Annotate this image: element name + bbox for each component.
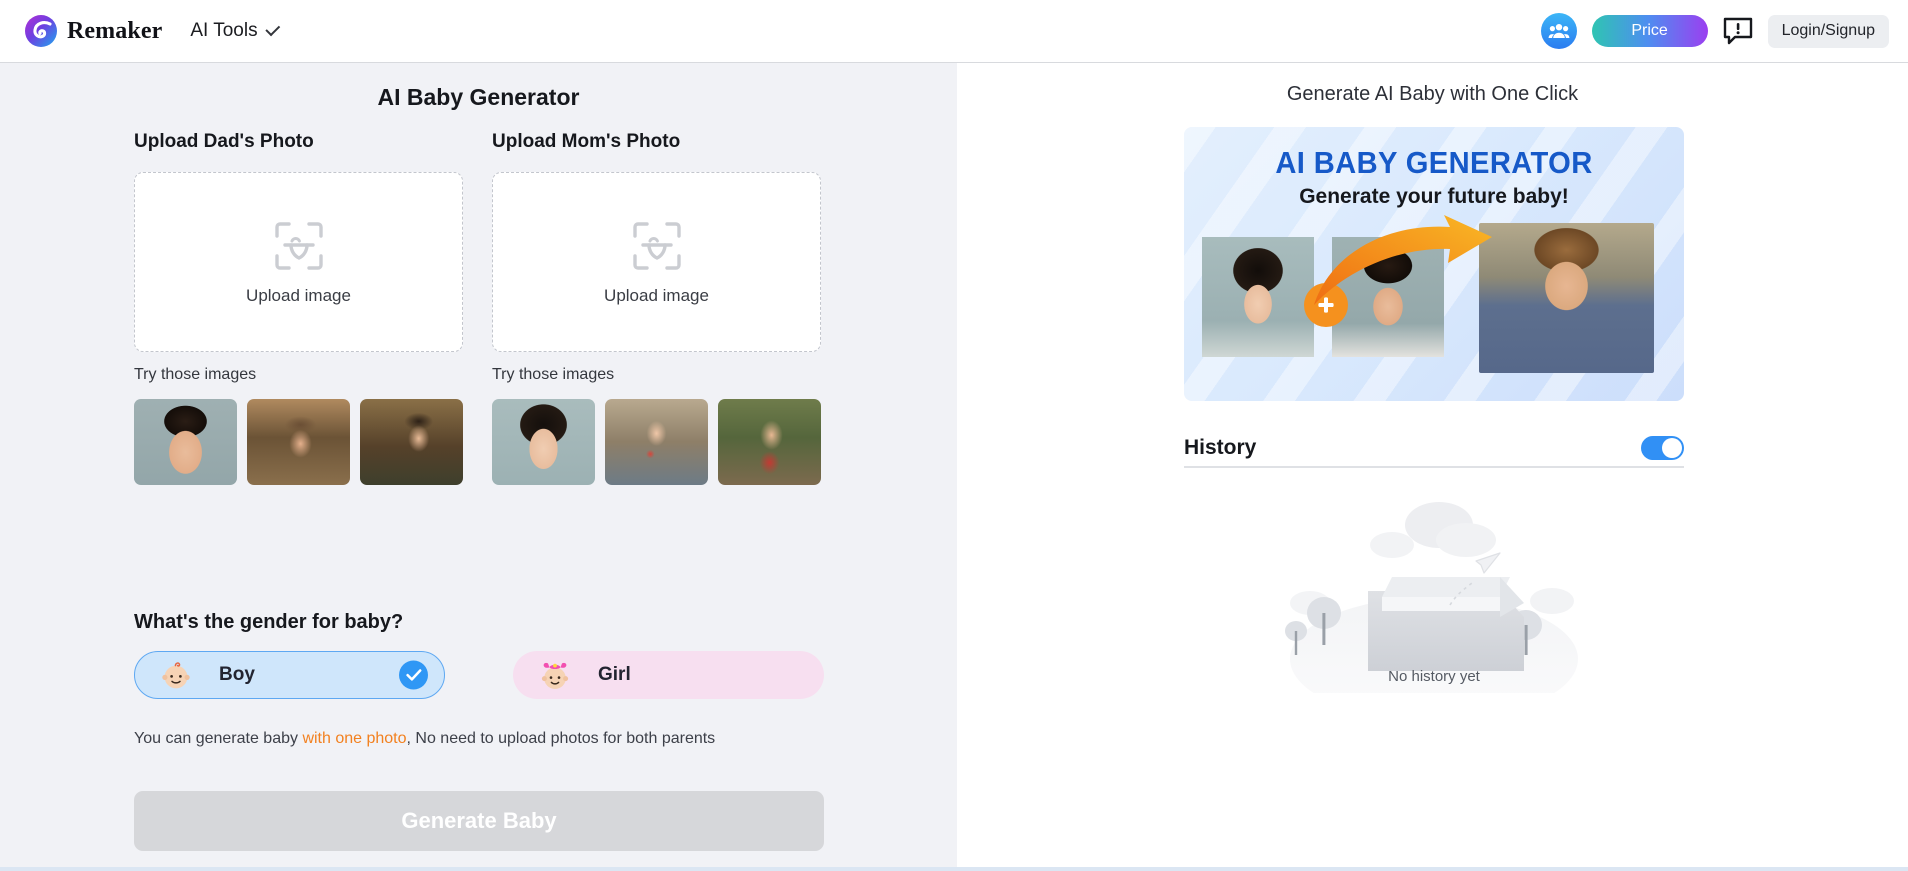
gender-question-label: What's the gender for baby? bbox=[134, 611, 403, 634]
workspace: AI Baby Generator Upload Dad's Photo Upl… bbox=[0, 63, 1908, 867]
toggle-knob bbox=[1662, 438, 1682, 458]
promo-headline: AI BABY GENERATOR bbox=[1199, 145, 1669, 181]
login-signup-button[interactable]: Login/Signup bbox=[1768, 15, 1889, 48]
dad-sample-thumb-3[interactable] bbox=[360, 399, 463, 485]
one-photo-hint: You can generate baby with one photo, No… bbox=[134, 728, 784, 749]
baby-girl-face-icon bbox=[538, 658, 572, 692]
mom-upload-column: Upload Mom's Photo Upload image Try thos… bbox=[492, 131, 821, 485]
dad-try-label: Try those images bbox=[134, 366, 463, 384]
gender-option-boy[interactable]: Boy bbox=[134, 651, 445, 699]
generator-panel: AI Baby Generator Upload Dad's Photo Upl… bbox=[0, 63, 957, 867]
mom-try-label: Try those images bbox=[492, 366, 821, 384]
mom-upload-heading: Upload Mom's Photo bbox=[492, 131, 821, 153]
dad-upload-column: Upload Dad's Photo Upload image Try thos… bbox=[134, 131, 463, 485]
dad-sample-thumbs bbox=[134, 399, 463, 485]
hint-text-after: , No need to upload photos for both pare… bbox=[407, 730, 716, 747]
header-actions: Price Login/Signup bbox=[1541, 13, 1889, 49]
dad-dropzone-label: Upload image bbox=[246, 286, 351, 306]
mom-sample-thumb-3[interactable] bbox=[718, 399, 821, 485]
banner-mom-photo bbox=[1202, 237, 1314, 357]
dad-sample-thumb-1[interactable] bbox=[134, 399, 237, 485]
check-circle-icon bbox=[399, 661, 428, 690]
page-title: AI Baby Generator bbox=[0, 84, 957, 111]
empty-box-illustration bbox=[1234, 483, 1634, 693]
mom-dropzone[interactable]: Upload image bbox=[492, 172, 821, 352]
nav-ai-tools-label: AI Tools bbox=[190, 20, 257, 42]
preview-panel: Generate AI Baby with One Click AI BABY … bbox=[957, 63, 1908, 867]
mom-dropzone-label: Upload image bbox=[604, 286, 709, 306]
promo-banner: AI BABY GENERATOR Generate your future b… bbox=[1184, 127, 1684, 401]
dad-dropzone[interactable]: Upload image bbox=[134, 172, 463, 352]
nav-ai-tools[interactable]: AI Tools bbox=[190, 20, 279, 42]
gender-options: Boy bbox=[134, 651, 824, 699]
mom-sample-thumb-2[interactable] bbox=[605, 399, 708, 485]
mom-sample-thumbs bbox=[492, 399, 821, 485]
top-header: Remaker AI Tools Price Login/Signup bbox=[0, 0, 1908, 63]
promo-subline: Generate your future baby! bbox=[1184, 185, 1684, 209]
feedback-exclamation-icon[interactable] bbox=[1723, 17, 1753, 45]
people-group-icon bbox=[1548, 23, 1570, 39]
history-header: History bbox=[1184, 430, 1684, 468]
hint-highlight: with one photo bbox=[302, 730, 406, 747]
dad-sample-thumb-2[interactable] bbox=[247, 399, 350, 485]
affiliate-people-button[interactable] bbox=[1541, 13, 1577, 49]
hint-text-before: You can generate baby bbox=[134, 730, 302, 747]
history-toggle[interactable] bbox=[1641, 436, 1684, 460]
generate-baby-button[interactable]: Generate Baby bbox=[134, 791, 824, 851]
brand-logo-link[interactable]: Remaker bbox=[24, 14, 162, 48]
price-button[interactable]: Price bbox=[1592, 15, 1708, 47]
baby-boy-face-icon bbox=[159, 658, 193, 692]
face-scan-icon bbox=[271, 218, 327, 274]
mom-sample-thumb-1[interactable] bbox=[492, 399, 595, 485]
no-history-text: No history yet bbox=[1184, 668, 1684, 685]
curved-arrow-icon bbox=[1312, 215, 1512, 311]
bottom-divider bbox=[0, 867, 1908, 871]
remaker-swirl-logo-icon bbox=[24, 14, 58, 48]
gender-boy-label: Boy bbox=[219, 664, 255, 686]
promo-photo-strip bbox=[1184, 219, 1684, 389]
brand-name: Remaker bbox=[67, 18, 162, 45]
chevron-down-icon bbox=[265, 21, 280, 36]
face-scan-icon bbox=[629, 218, 685, 274]
dad-upload-heading: Upload Dad's Photo bbox=[134, 131, 463, 153]
history-title: History bbox=[1184, 436, 1256, 460]
promo-title: Generate AI Baby with One Click bbox=[957, 83, 1908, 106]
gender-option-girl[interactable]: Girl bbox=[513, 651, 824, 699]
gender-girl-label: Girl bbox=[598, 664, 631, 686]
